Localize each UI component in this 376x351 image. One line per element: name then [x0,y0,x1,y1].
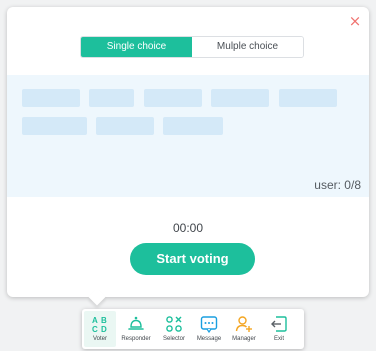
choice-option[interactable] [211,89,269,107]
choices-area: user: 0/8 [7,75,369,197]
tab-multiple-choice[interactable]: Mulple choice [192,37,303,57]
svg-text:A: A [92,316,98,325]
svg-text:D: D [101,325,107,333]
toolbar-item-manager[interactable]: Manager [226,311,262,347]
choice-mode-toggle: Single choice Mulple choice [80,36,304,58]
choice-option[interactable] [163,117,223,135]
toolbar-item-responder[interactable]: Responder [116,311,156,347]
start-voting-button[interactable]: Start voting [130,243,255,275]
toolbar-label: Message [196,336,222,342]
selector-icon [166,316,182,332]
toolbar-label: Exit [273,336,284,342]
abcd-icon: A B C D [92,316,107,333]
choice-option[interactable] [144,89,202,107]
bell-icon [128,316,144,330]
close-icon[interactable]: × [347,13,363,29]
message-icon [200,316,218,333]
timer: 00:00 [172,221,204,235]
toolbar-label: Responder [121,336,151,342]
toolbar-item-selector[interactable]: Selector [156,311,192,347]
svg-text:B: B [101,316,107,325]
toolbar-label: Voter [92,336,107,342]
choice-option[interactable] [22,89,80,107]
toolbar-item-exit[interactable]: Exit [262,311,296,347]
add-user-icon [235,316,252,332]
choice-option[interactable] [22,117,87,135]
toolbar-item-message[interactable]: Message [192,311,226,347]
toolbar-label: Manager [232,336,256,342]
voting-panel: × Single choice Mulple choice user: 0/8 … [7,7,369,297]
toolbar-item-voter[interactable]: A B C D Voter [84,311,116,347]
tab-single-choice[interactable]: Single choice [81,37,192,57]
toolbar-label: Selector [162,336,185,342]
user-count: user: 0/8 [314,178,361,192]
svg-text:C: C [92,325,98,333]
choice-option[interactable] [89,89,134,107]
choice-option[interactable] [279,89,337,107]
choice-option[interactable] [96,117,154,135]
toolbar: A B C D Voter Responder Selector Message… [82,309,304,349]
exit-icon [271,316,287,332]
